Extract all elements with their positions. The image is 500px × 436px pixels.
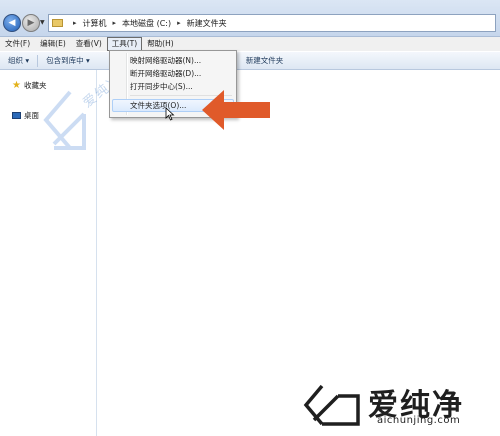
menu-item-disconnect-network-drive[interactable]: 断开网络驱动器(D)... bbox=[130, 68, 201, 79]
brand-logo-icon bbox=[303, 384, 360, 426]
address-box[interactable]: ▸ 计算机 ▸ 本地磁盘 (C:) ▸ 新建文件夹 bbox=[48, 14, 496, 32]
recent-pages-dropdown-icon[interactable]: ▼ bbox=[40, 19, 45, 26]
breadcrumb-computer[interactable]: 计算机 bbox=[83, 18, 107, 29]
chevron-right-icon[interactable]: ▸ bbox=[73, 19, 77, 27]
breadcrumb-local-disk[interactable]: 本地磁盘 (C:) bbox=[122, 18, 171, 29]
mouse-cursor-icon bbox=[165, 107, 175, 121]
command-toolbar: 组织 ▾ 包含到库中 ▾ 新建文件夹 bbox=[0, 52, 500, 70]
menu-item-map-network-drive[interactable]: 映射网络驱动器(N)... bbox=[130, 55, 201, 66]
pointer-arrow-icon bbox=[202, 90, 270, 130]
menu-bar: 文件(F) 编辑(E) 查看(V) 工具(T) 帮助(H) bbox=[0, 37, 500, 51]
menu-edit[interactable]: 编辑(E) bbox=[35, 38, 71, 50]
menu-tools[interactable]: 工具(T) bbox=[106, 37, 143, 51]
menu-item-folder-options[interactable]: 文件夹选项(O)... bbox=[130, 100, 186, 111]
star-icon: ★ bbox=[12, 79, 21, 91]
new-folder-button[interactable]: 新建文件夹 bbox=[238, 55, 292, 66]
chevron-right-icon[interactable]: ▸ bbox=[113, 19, 117, 27]
address-bar: ◀ ▶ ▼ ▸ 计算机 ▸ 本地磁盘 (C:) ▸ 新建文件夹 bbox=[0, 0, 500, 37]
nav-item-desktop[interactable]: 桌面 bbox=[12, 110, 39, 121]
menu-item-open-sync-center[interactable]: 打开同步中心(S)... bbox=[130, 81, 193, 92]
watermark-url: aichunjing.com bbox=[377, 415, 461, 426]
folder-icon bbox=[52, 19, 63, 27]
organize-button[interactable]: 组织 ▾ bbox=[0, 55, 37, 66]
menu-file[interactable]: 文件(F) bbox=[0, 38, 35, 50]
chevron-right-icon[interactable]: ▸ bbox=[177, 19, 181, 27]
menu-help[interactable]: 帮助(H) bbox=[142, 38, 179, 50]
include-in-library-button[interactable]: 包含到库中 ▾ bbox=[38, 55, 98, 66]
nav-item-label: 桌面 bbox=[24, 111, 39, 120]
back-arrow-icon: ◀ bbox=[8, 18, 16, 28]
menu-view[interactable]: 查看(V) bbox=[71, 38, 107, 50]
desktop-icon bbox=[12, 112, 21, 119]
forward-arrow-icon: ▶ bbox=[27, 18, 35, 28]
back-button[interactable]: ◀ bbox=[3, 14, 21, 32]
forward-button[interactable]: ▶ bbox=[22, 14, 40, 32]
breadcrumb-new-folder[interactable]: 新建文件夹 bbox=[187, 18, 227, 29]
